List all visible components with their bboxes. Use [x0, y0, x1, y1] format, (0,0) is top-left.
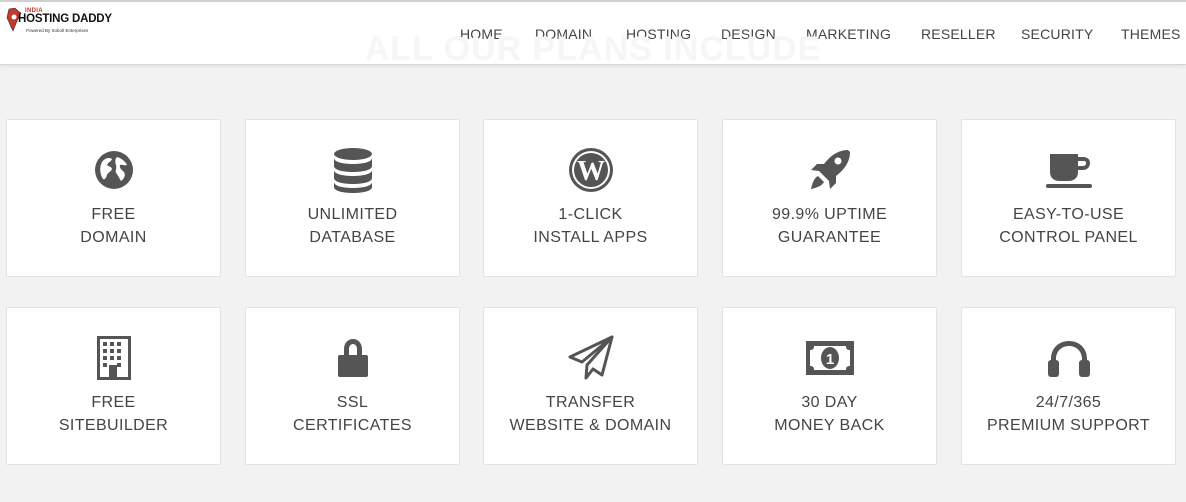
feature-card-unlimited-database: UNLIMITED DATABASE [245, 119, 460, 277]
lock-icon [246, 334, 459, 382]
feature-title-line2: MONEY BACK [774, 417, 885, 434]
site-header: INDIA HOSTING DADDY Powered By Sobolt En… [0, 0, 1186, 65]
nav-item-hosting[interactable]: HOSTING [626, 26, 691, 42]
feature-title-line2: WEBSITE & DOMAIN [509, 417, 672, 434]
coffee-cup-icon [962, 146, 1175, 194]
main-nav: HOME DOMAIN HOSTING DESIGN MARKETING RES… [0, 26, 1186, 44]
feature-title-line2: SITEBUILDER [58, 417, 169, 434]
feature-title-line1: UNLIMITED [307, 206, 398, 223]
feature-card-money-back: 1 30 DAY MONEY BACK [722, 307, 937, 465]
feature-card-1-click-install: W 1-CLICK INSTALL APPS [483, 119, 698, 277]
headphones-icon [962, 334, 1175, 382]
money-icon: 1 [723, 334, 936, 382]
feature-card-premium-support: 24/7/365 PREMIUM SUPPORT [961, 307, 1176, 465]
globe-icon [7, 146, 220, 194]
database-icon [246, 146, 459, 194]
feature-title-line1: FREE [91, 206, 136, 223]
feature-card-control-panel: EASY-TO-USE CONTROL PANEL [961, 119, 1176, 277]
nav-item-marketing[interactable]: MARKETING [806, 26, 891, 42]
feature-title-line2: CONTROL PANEL [999, 229, 1138, 246]
nav-item-domain[interactable]: DOMAIN [535, 26, 592, 42]
feature-title-line2: CERTIFICATES [293, 417, 412, 434]
nav-item-reseller[interactable]: RESELLER [921, 26, 996, 42]
svg-text:W: W [577, 156, 605, 187]
nav-item-design[interactable]: DESIGN [721, 26, 776, 42]
feature-title-line1: 24/7/365 [1035, 394, 1102, 411]
logo-name-text: HOSTING DADDY [18, 13, 112, 25]
feature-title-line2: DOMAIN [80, 229, 147, 246]
svg-text:1: 1 [825, 351, 833, 368]
feature-title-line1: SSL [336, 394, 369, 411]
building-icon [7, 334, 220, 382]
nav-item-themes[interactable]: THEMES [1121, 26, 1181, 42]
feature-title-line1: FREE [91, 394, 136, 411]
feature-card-free-domain: FREE DOMAIN [6, 119, 221, 277]
wordpress-icon: W [484, 146, 697, 194]
feature-card-uptime: 99.9% UPTIME GUARANTEE [722, 119, 937, 277]
feature-title-line1: 30 DAY [801, 394, 858, 411]
feature-card-free-sitebuilder: FREE SITEBUILDER [6, 307, 221, 465]
nav-item-home[interactable]: HOME [460, 26, 503, 42]
feature-card-ssl: SSL CERTIFICATES [245, 307, 460, 465]
feature-title-line2: DATABASE [309, 229, 396, 246]
feature-title-line1: TRANSFER [545, 394, 636, 411]
feature-title-line1: 1-CLICK [558, 206, 623, 223]
feature-card-transfer: TRANSFER WEBSITE & DOMAIN [483, 307, 698, 465]
rocket-icon [723, 146, 936, 194]
feature-title-line2: INSTALL APPS [533, 229, 648, 246]
paper-plane-icon [484, 334, 697, 382]
feature-title-line2: GUARANTEE [777, 229, 882, 246]
feature-title-line2: PREMIUM SUPPORT [986, 417, 1151, 434]
feature-title-line1: EASY-TO-USE [1012, 206, 1125, 223]
nav-item-security[interactable]: SECURITY [1021, 26, 1093, 42]
feature-title-line1: 99.9% UPTIME [771, 206, 888, 223]
